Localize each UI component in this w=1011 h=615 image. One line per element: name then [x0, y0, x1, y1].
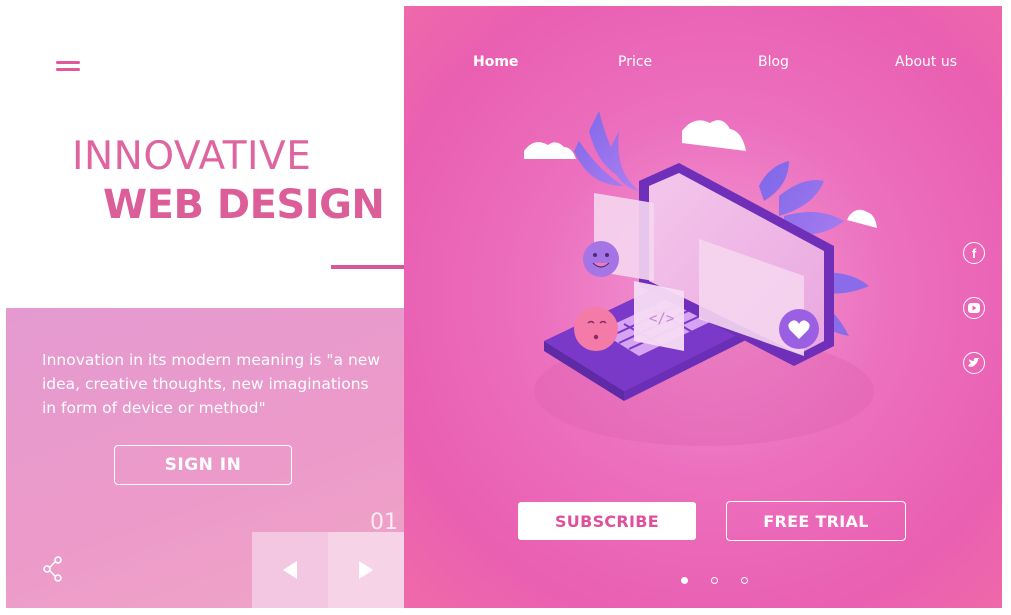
- code-icon: </>: [649, 311, 674, 327]
- nav-price[interactable]: Price: [618, 54, 652, 70]
- youtube-icon[interactable]: [963, 297, 985, 319]
- hero-title-line2: WEB DESIGN: [103, 182, 385, 228]
- nav-about-us[interactable]: About us: [895, 54, 957, 70]
- description-panel: Innovation in its modern meaning is "a n…: [6, 308, 406, 608]
- facebook-icon[interactable]: f: [963, 242, 985, 264]
- nav-blog[interactable]: Blog: [758, 54, 789, 70]
- title-divider: [331, 265, 407, 269]
- cloud-icon: [524, 142, 576, 159]
- hero-description: Innovation in its modern meaning is "a n…: [42, 351, 380, 417]
- hero-title-line1: INNOVATIVE: [72, 134, 312, 179]
- cloud-icon: [847, 209, 877, 228]
- laptop-illustration: </>: [524, 111, 877, 446]
- kiss-emoji-icon: [574, 307, 618, 351]
- next-slide-button[interactable]: [328, 532, 404, 608]
- cloud-icon: [682, 120, 746, 151]
- triangle-left-icon: [283, 561, 297, 579]
- landing-page: INNOVATIVE WEB DESIGN Innovation in its …: [0, 0, 1011, 615]
- slider-dot-2[interactable]: [711, 577, 718, 584]
- leaf-icon: [574, 111, 639, 191]
- hamburger-menu-icon[interactable]: [56, 59, 80, 73]
- slider-dot-3[interactable]: [741, 577, 748, 584]
- hero-image-panel: Home Price Blog About us </> f SUBSCRIBE…: [404, 6, 1002, 608]
- triangle-right-icon: [359, 561, 373, 579]
- nav-home[interactable]: Home: [473, 54, 518, 70]
- share-icon[interactable]: [42, 556, 64, 582]
- previous-slide-button[interactable]: [252, 532, 328, 608]
- slider-dot-1[interactable]: [681, 577, 688, 584]
- subscribe-button[interactable]: SUBSCRIBE: [518, 502, 696, 540]
- free-trial-button[interactable]: FREE TRIAL: [726, 501, 906, 541]
- hero-text-panel: INNOVATIVE WEB DESIGN: [6, 6, 406, 308]
- sign-in-button[interactable]: SIGN IN: [114, 445, 292, 485]
- twitter-icon[interactable]: [963, 352, 985, 374]
- happy-emoji-icon: [583, 241, 619, 277]
